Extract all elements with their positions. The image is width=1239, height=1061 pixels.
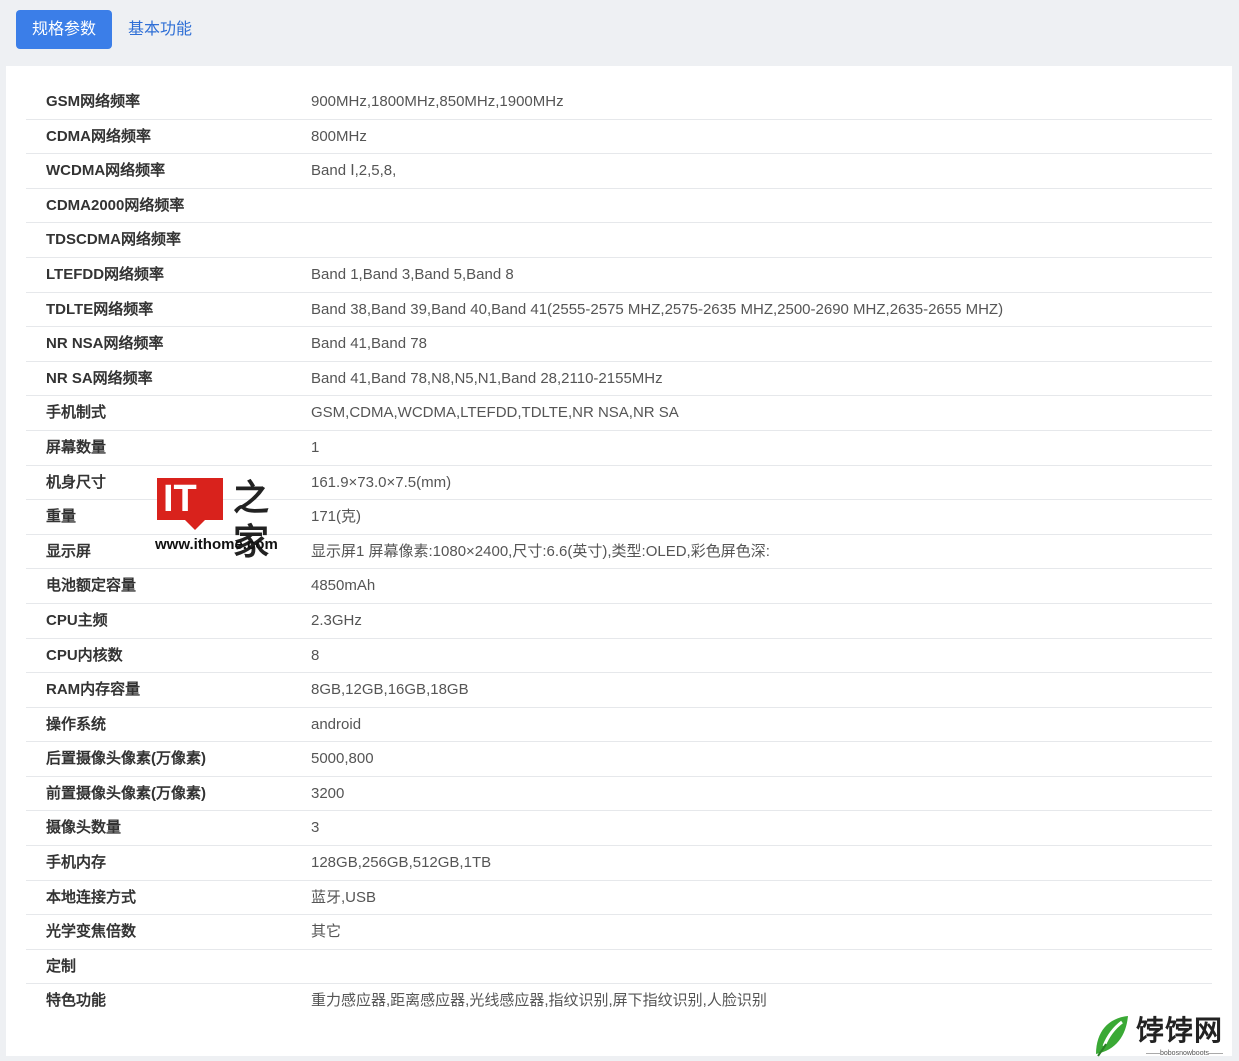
spec-label: 光学变焦倍数: [46, 923, 137, 941]
spec-row: RAM内存容量 8GB,12GB,16GB,18GB: [26, 673, 1212, 708]
spec-value: 2.3GHz: [311, 611, 362, 629]
leaf-icon: [1096, 1016, 1128, 1057]
spec-row: 摄像头数量 3: [26, 811, 1212, 847]
spec-value: Band Ⅰ,2,5,8,: [311, 162, 397, 180]
spec-label: 手机内存: [46, 854, 107, 872]
spec-label: WCDMA网络频率: [46, 162, 166, 180]
spec-value: GSM,CDMA,WCDMA,LTEFDD,TDLTE,NR NSA,NR SA: [311, 404, 679, 422]
spec-row: 本地连接方式 蓝牙,USB: [26, 881, 1212, 916]
spec-value: 3200: [311, 784, 345, 802]
spec-row: CDMA2000网络频率: [26, 189, 1212, 224]
ithome-watermark: IT 之家 www.ithome.com: [155, 474, 300, 562]
tab-basic-features[interactable]: 基本功能: [128, 10, 192, 49]
spec-row: 屏幕数量 1: [26, 431, 1212, 466]
spec-label: 手机制式: [46, 404, 107, 422]
spec-label: CDMA网络频率: [46, 127, 151, 145]
spec-label: 操作系统: [46, 715, 107, 733]
tab-specs[interactable]: 规格参数: [16, 10, 112, 49]
spec-row: NR SA网络频率 Band 41,Band 78,N8,N5,N1,Band 2…: [26, 362, 1212, 397]
spec-row: 前置摄像头像素(万像素) 3200: [26, 777, 1212, 812]
spec-value: 171(克): [311, 508, 362, 526]
spec-row: 手机制式 GSM,CDMA,WCDMA,LTEFDD,TDLTE,NR NSA,N…: [26, 396, 1212, 431]
spec-row: 手机内存 128GB,256GB,512GB,1TB: [26, 846, 1212, 881]
spec-label: 电池额定容量: [46, 577, 137, 595]
spec-value: 800MHz: [311, 127, 367, 145]
spec-label: 定制: [46, 957, 77, 975]
spec-value: Band 1,Band 3,Band 5,Band 8: [311, 265, 514, 283]
spec-value: 3: [311, 819, 320, 837]
spec-row: CDMA网络频率 800MHz: [26, 120, 1212, 155]
spec-value: 5000,800: [311, 750, 374, 768]
tab-bar: 规格参数 基本功能: [0, 0, 1239, 66]
ithome-url: www.ithome.com: [155, 536, 278, 553]
spec-value: Band 38,Band 39,Band 40,Band 41(2555-257…: [311, 300, 1004, 318]
spec-row: CPU内核数 8: [26, 639, 1212, 674]
spec-value: Band 41,Band 78,N8,N5,N1,Band 28,2110-21…: [311, 369, 663, 387]
ithome-logo-text: IT: [163, 478, 197, 520]
ithome-logo-box: IT: [157, 478, 223, 520]
spec-label: CPU内核数: [46, 646, 123, 664]
spec-value: 8GB,12GB,16GB,18GB: [311, 681, 469, 699]
spec-label: CDMA2000网络频率: [46, 196, 185, 214]
spec-label: 屏幕数量: [46, 438, 107, 456]
spec-label: GSM网络频率: [46, 93, 141, 110]
spec-value: 重力感应器,距离感应器,光线感应器,指纹识别,屏下指纹识别,人脸识别: [311, 992, 767, 1010]
spec-row: GSM网络频率 900MHz,1800MHz,850MHz,1900MHz: [26, 85, 1212, 120]
spec-value: 蓝牙,USB: [311, 888, 377, 906]
spec-row: CPU主频 2.3GHz: [26, 604, 1212, 639]
spec-row: TDSCDMA网络频率: [26, 223, 1212, 258]
spec-label: 摄像头数量: [46, 819, 122, 837]
spec-label: 特色功能: [46, 992, 107, 1010]
spec-row: 电池额定容量 4850mAh: [26, 569, 1212, 604]
specs-panel: GSM网络频率 900MHz,1800MHz,850MHz,1900MHz CDMA…: [6, 66, 1232, 1056]
spec-row: 后置摄像头像素(万像素) 5000,800: [26, 742, 1212, 777]
corner-logo: 饽饽网 ——bobosnowboots——: [1090, 1012, 1238, 1060]
spec-label: 重量: [46, 508, 77, 526]
spec-label: CPU主频: [46, 611, 108, 629]
spec-label: 前置摄像头像素(万像素): [46, 784, 206, 802]
spec-value: 其它: [311, 923, 342, 941]
spec-row: TDLTE网络频率 Band 38,Band 39,Band 40,Band 41…: [26, 293, 1212, 328]
spec-value: 8: [311, 646, 320, 664]
ithome-logo-tail: [185, 520, 205, 530]
spec-row: 光学变焦倍数 其它: [26, 915, 1212, 950]
spec-value: 128GB,256GB,512GB,1TB: [311, 854, 492, 872]
spec-row: 特色功能 重力感应器,距离感应器,光线感应器,指纹识别,屏下指纹识别,人脸识别: [26, 984, 1212, 1019]
spec-value: 1: [311, 438, 320, 456]
spec-row: 定制: [26, 950, 1212, 985]
spec-label: 机身尺寸: [46, 473, 107, 491]
spec-value: 900MHz,1800MHz,850MHz,1900MHz: [311, 93, 564, 110]
spec-row: 操作系统 android: [26, 708, 1212, 743]
spec-value: android: [311, 715, 362, 733]
corner-logo-subtext: ——bobosnowboots——: [1146, 1050, 1224, 1057]
spec-label: LTEFDD网络频率: [46, 265, 165, 283]
spec-label: 后置摄像头像素(万像素): [46, 750, 206, 768]
spec-value: 显示屏1 屏幕像素:1080×2400,尺寸:6.6(英寸),类型:OLED,彩…: [311, 542, 770, 560]
spec-label: 本地连接方式: [46, 888, 137, 906]
spec-row: NR NSA网络频率 Band 41,Band 78: [26, 327, 1212, 362]
spec-label: TDLTE网络频率: [46, 300, 154, 318]
corner-logo-text: 饽饽网: [1136, 1015, 1224, 1046]
spec-value: 161.9×73.0×7.5(mm): [311, 473, 452, 491]
spec-label: 显示屏: [46, 542, 92, 560]
spec-row: LTEFDD网络频率 Band 1,Band 3,Band 5,Band 8: [26, 258, 1212, 293]
spec-label: NR NSA网络频率: [46, 335, 164, 353]
spec-row: WCDMA网络频率 Band Ⅰ,2,5,8,: [26, 154, 1212, 189]
spec-label: TDSCDMA网络频率: [46, 231, 181, 249]
spec-value: Band 41,Band 78: [311, 335, 427, 353]
spec-value: 4850mAh: [311, 577, 376, 595]
spec-label: NR SA网络频率: [46, 369, 153, 387]
spec-label: RAM内存容量: [46, 681, 141, 699]
